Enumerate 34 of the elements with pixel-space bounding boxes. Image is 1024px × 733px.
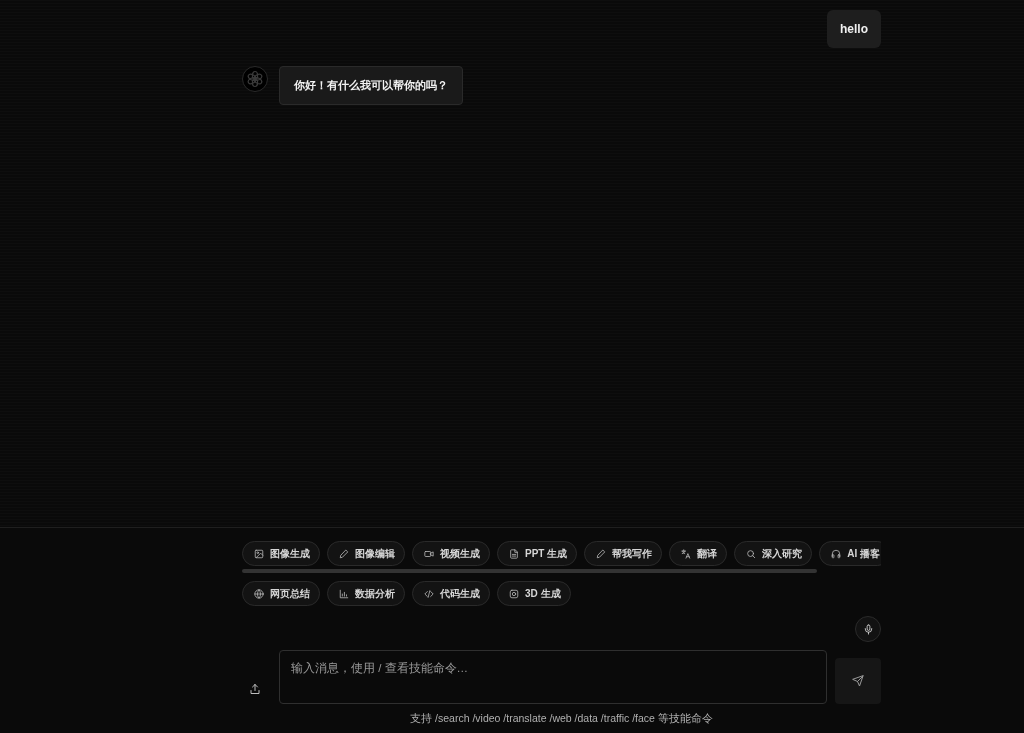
assistant-message: 你好！有什么我可以帮你的吗？	[279, 66, 463, 105]
send-icon	[852, 675, 864, 687]
user-message: hello	[827, 10, 881, 48]
microphone-button[interactable]	[855, 616, 881, 642]
pencil-icon	[339, 548, 349, 559]
skill-chip[interactable]: 3D 生成	[497, 581, 571, 606]
code-icon	[424, 588, 434, 599]
skill-chip[interactable]: PPT 生成	[497, 541, 578, 566]
document-icon	[509, 548, 519, 559]
skill-chip[interactable]: AI 播客	[819, 541, 881, 566]
skill-chip[interactable]: 图像编辑	[327, 541, 405, 566]
avatar-logo-icon	[242, 66, 268, 92]
horizontal-scrollbar[interactable]	[242, 569, 817, 573]
video-camera-icon	[424, 548, 434, 559]
skill-chip[interactable]: 网页总结	[242, 581, 320, 606]
image-icon	[254, 548, 264, 559]
skill-chip[interactable]: 帮我写作	[584, 541, 663, 566]
search-icon	[746, 548, 757, 559]
headphones-icon	[831, 548, 842, 559]
skill-chip[interactable]: 数据分析	[327, 581, 405, 606]
skill-chip[interactable]: 深入研究	[734, 541, 813, 566]
globe-icon	[254, 588, 264, 599]
message-input[interactable]: 输入消息，使用 / 查看技能命令…	[279, 650, 827, 704]
pencil-icon	[596, 548, 607, 559]
microphone-icon	[862, 623, 874, 635]
skill-chip[interactable]: 视频生成	[412, 541, 490, 566]
upload-icon[interactable]	[249, 683, 261, 695]
bar-chart-icon	[339, 588, 349, 599]
translate-icon	[681, 548, 692, 559]
skill-chip[interactable]: 翻译	[669, 541, 728, 566]
skill-chip[interactable]: 代码生成	[412, 581, 490, 606]
square-ring-icon	[509, 588, 519, 599]
skill-chip[interactable]: 图像生成	[242, 541, 320, 566]
skill-hint-text: 支持 /search /video /translate /web /data /traffic /face 等技能命令	[410, 712, 713, 726]
